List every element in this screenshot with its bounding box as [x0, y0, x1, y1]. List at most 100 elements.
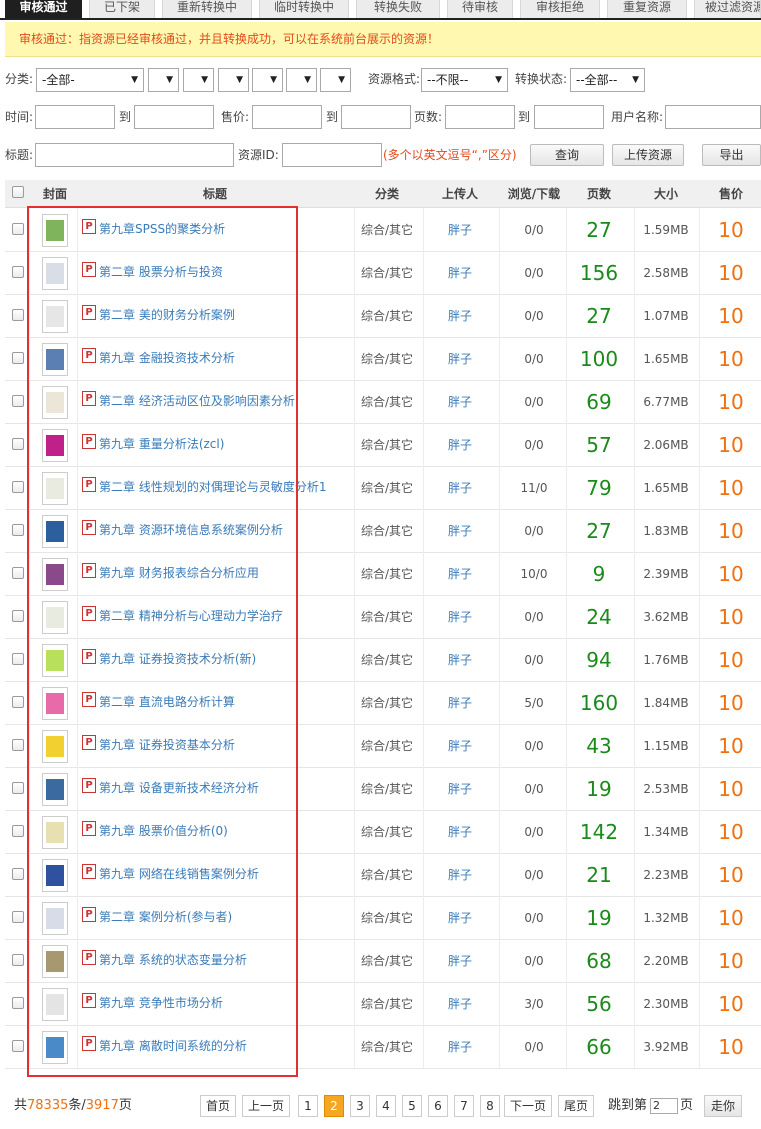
row-checkbox[interactable]: [12, 739, 24, 751]
resource-id-hint: (多个以英文逗号“,”区分): [383, 148, 517, 162]
uploader-link[interactable]: 胖子: [425, 854, 495, 897]
row-checkbox[interactable]: [12, 911, 24, 923]
row-checkbox[interactable]: [12, 266, 24, 278]
time-to-input[interactable]: [134, 105, 214, 129]
price-cell: 10: [718, 390, 744, 414]
subcategory-select-6[interactable]: ▼: [320, 68, 351, 92]
tab-temp-converting[interactable]: 临时转换中: [259, 0, 349, 18]
uploader-link[interactable]: 胖子: [425, 940, 495, 983]
file-size-cell: 1.32MB: [643, 911, 689, 925]
uploader-link[interactable]: 胖子: [425, 768, 495, 811]
row-checkbox[interactable]: [12, 481, 24, 493]
tab-pending[interactable]: 待审核: [447, 0, 513, 18]
uploader-link[interactable]: 胖子: [425, 510, 495, 553]
uploader-link[interactable]: 胖子: [425, 596, 495, 639]
page-number-button[interactable]: 7: [454, 1095, 474, 1117]
row-checkbox[interactable]: [12, 696, 24, 708]
select-all-checkbox[interactable]: [12, 186, 24, 198]
tab-removed[interactable]: 已下架: [89, 0, 155, 18]
uploader-link[interactable]: 胖子: [425, 553, 495, 596]
row-checkbox[interactable]: [12, 567, 24, 579]
next-page-button[interactable]: 下一页: [504, 1095, 552, 1117]
time-from-input[interactable]: [35, 105, 115, 129]
tab-approved[interactable]: 审核通过: [5, 0, 82, 18]
row-checkbox[interactable]: [12, 653, 24, 665]
subcategory-select-3[interactable]: ▼: [218, 68, 249, 92]
subcategory-select-2[interactable]: ▼: [183, 68, 214, 92]
uploader-link[interactable]: 胖子: [425, 209, 495, 252]
format-select[interactable]: --不限-- ▼: [421, 68, 508, 92]
uploader-link[interactable]: 胖子: [425, 983, 495, 1026]
category-cell: 综合/其它: [360, 739, 414, 753]
uploader-link[interactable]: 胖子: [425, 338, 495, 381]
price-from-input[interactable]: [252, 105, 322, 129]
row-checkbox[interactable]: [12, 868, 24, 880]
uploader-link[interactable]: 胖子: [425, 424, 495, 467]
page-number-button[interactable]: 1: [298, 1095, 318, 1117]
page-number-button[interactable]: 8: [480, 1095, 500, 1117]
export-button[interactable]: 导出: [702, 144, 761, 166]
row-checkbox[interactable]: [12, 825, 24, 837]
resource-id-input[interactable]: [282, 143, 382, 167]
go-button[interactable]: 走你: [704, 1095, 742, 1117]
uploader-link[interactable]: 胖子: [425, 467, 495, 510]
prev-page-button[interactable]: 上一页: [242, 1095, 290, 1117]
uploader-link[interactable]: 胖子: [425, 295, 495, 338]
price-cell: 10: [718, 433, 744, 457]
row-checkbox[interactable]: [12, 997, 24, 1009]
pages-to-input[interactable]: [534, 105, 604, 129]
subcategory-select-4[interactable]: ▼: [252, 68, 283, 92]
uploader-link[interactable]: 胖子: [425, 811, 495, 854]
row-checkbox[interactable]: [12, 395, 24, 407]
uploader-link[interactable]: 胖子: [425, 639, 495, 682]
tab-filtered[interactable]: 被过滤资源: [694, 0, 761, 18]
views-downloads-cell: 0/0: [524, 868, 544, 882]
uploader-link[interactable]: 胖子: [425, 725, 495, 768]
query-button[interactable]: 查询: [530, 144, 604, 166]
last-page-button[interactable]: 尾页: [558, 1095, 594, 1117]
username-input[interactable]: [665, 105, 761, 129]
page-number-button[interactable]: 6: [428, 1095, 448, 1117]
pages-from-input[interactable]: [445, 105, 515, 129]
tab-convert-failed[interactable]: 转换失败: [356, 0, 440, 18]
price-to-input[interactable]: [341, 105, 411, 129]
category-select[interactable]: -全部- ▼: [36, 68, 144, 92]
uploader-link[interactable]: 胖子: [425, 897, 495, 940]
uploader-link[interactable]: 胖子: [425, 682, 495, 725]
tab-reconverting[interactable]: 重新转换中: [162, 0, 252, 18]
uploader-link[interactable]: 胖子: [425, 252, 495, 295]
row-checkbox[interactable]: [12, 352, 24, 364]
page-number-button[interactable]: 4: [376, 1095, 396, 1117]
file-size-cell: 1.59MB: [643, 223, 689, 237]
uploader-link[interactable]: 胖子: [425, 1026, 495, 1069]
jump-prefix: 跳到第: [608, 1098, 648, 1113]
page-count-cell: 79: [586, 476, 612, 500]
tab-rejected[interactable]: 审核拒绝: [520, 0, 600, 18]
subcategory-select-1[interactable]: ▼: [148, 68, 179, 92]
page-number-button[interactable]: 5: [402, 1095, 422, 1117]
row-checkbox[interactable]: [12, 524, 24, 536]
subcategory-select-5[interactable]: ▼: [286, 68, 317, 92]
views-downloads-cell: 0/0: [524, 610, 544, 624]
jump-page-input[interactable]: 2: [650, 1098, 678, 1114]
row-checkbox[interactable]: [12, 438, 24, 450]
row-checkbox[interactable]: [12, 610, 24, 622]
first-page-button[interactable]: 首页: [200, 1095, 236, 1117]
category-cell: 综合/其它: [360, 309, 414, 323]
row-checkbox[interactable]: [12, 782, 24, 794]
page-number-button[interactable]: 3: [350, 1095, 370, 1117]
category-select-value: -全部-: [42, 73, 75, 87]
price-cell: 10: [718, 519, 744, 543]
row-checkbox[interactable]: [12, 309, 24, 321]
uploader-link[interactable]: 胖子: [425, 381, 495, 424]
column-divider: [634, 208, 635, 1068]
tab-duplicate[interactable]: 重复资源: [607, 0, 687, 18]
convert-status-select[interactable]: --全部-- ▼: [570, 68, 645, 92]
title-input[interactable]: [35, 143, 234, 167]
row-checkbox[interactable]: [12, 1040, 24, 1052]
file-size-cell: 1.07MB: [643, 309, 689, 323]
row-checkbox[interactable]: [12, 954, 24, 966]
row-checkbox[interactable]: [12, 223, 24, 235]
upload-resource-button[interactable]: 上传资源: [612, 144, 684, 166]
page-number-button[interactable]: 2: [324, 1095, 344, 1117]
